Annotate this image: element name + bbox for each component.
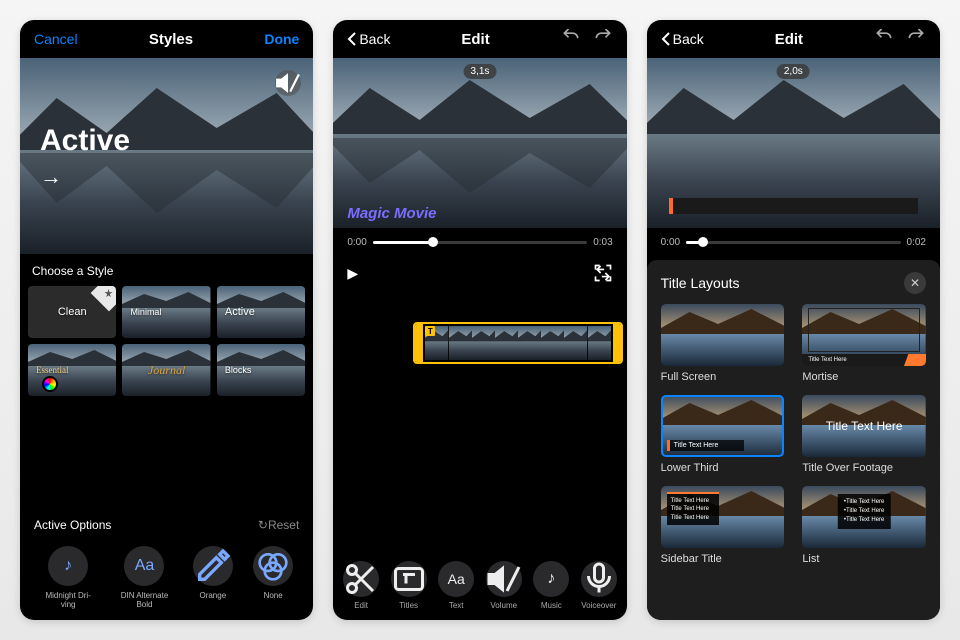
- active-style-label: Active →: [40, 124, 130, 190]
- mute-icon[interactable]: [275, 70, 301, 96]
- clip-duration-badge: 3,1s: [464, 64, 497, 79]
- video-preview[interactable]: 2,0s: [647, 58, 940, 228]
- title-overlay-bar[interactable]: [669, 198, 918, 214]
- style-tile-clean[interactable]: Clean: [28, 286, 116, 338]
- timeline[interactable]: T: [333, 290, 626, 553]
- video-clip[interactable]: T: [413, 322, 622, 364]
- trim-handle-left[interactable]: [413, 324, 423, 362]
- style-tile-minimal[interactable]: Minimal: [122, 286, 210, 338]
- arrow-right-icon: →: [40, 164, 130, 190]
- edit-screen-timeline: Back Edit 3,1s Magic Movie 0:00 0:03 ▶: [333, 20, 626, 620]
- video-preview[interactable]: 3,1s Magic Movie: [333, 58, 626, 228]
- style-tile-essential[interactable]: Essential: [28, 344, 116, 396]
- style-tile-active[interactable]: Active: [217, 286, 305, 338]
- magic-movie-title[interactable]: Magic Movie: [347, 205, 436, 222]
- clip-duration-badge: 2,0s: [777, 64, 810, 79]
- style-tile-journal[interactable]: Journal: [122, 344, 210, 396]
- style-preview: Active →: [20, 58, 313, 254]
- color-ring-icon: [42, 376, 58, 392]
- style-tile-blocks[interactable]: Blocks: [217, 344, 305, 396]
- trim-handle-right[interactable]: [613, 324, 623, 362]
- title-marker-icon: T: [425, 326, 435, 336]
